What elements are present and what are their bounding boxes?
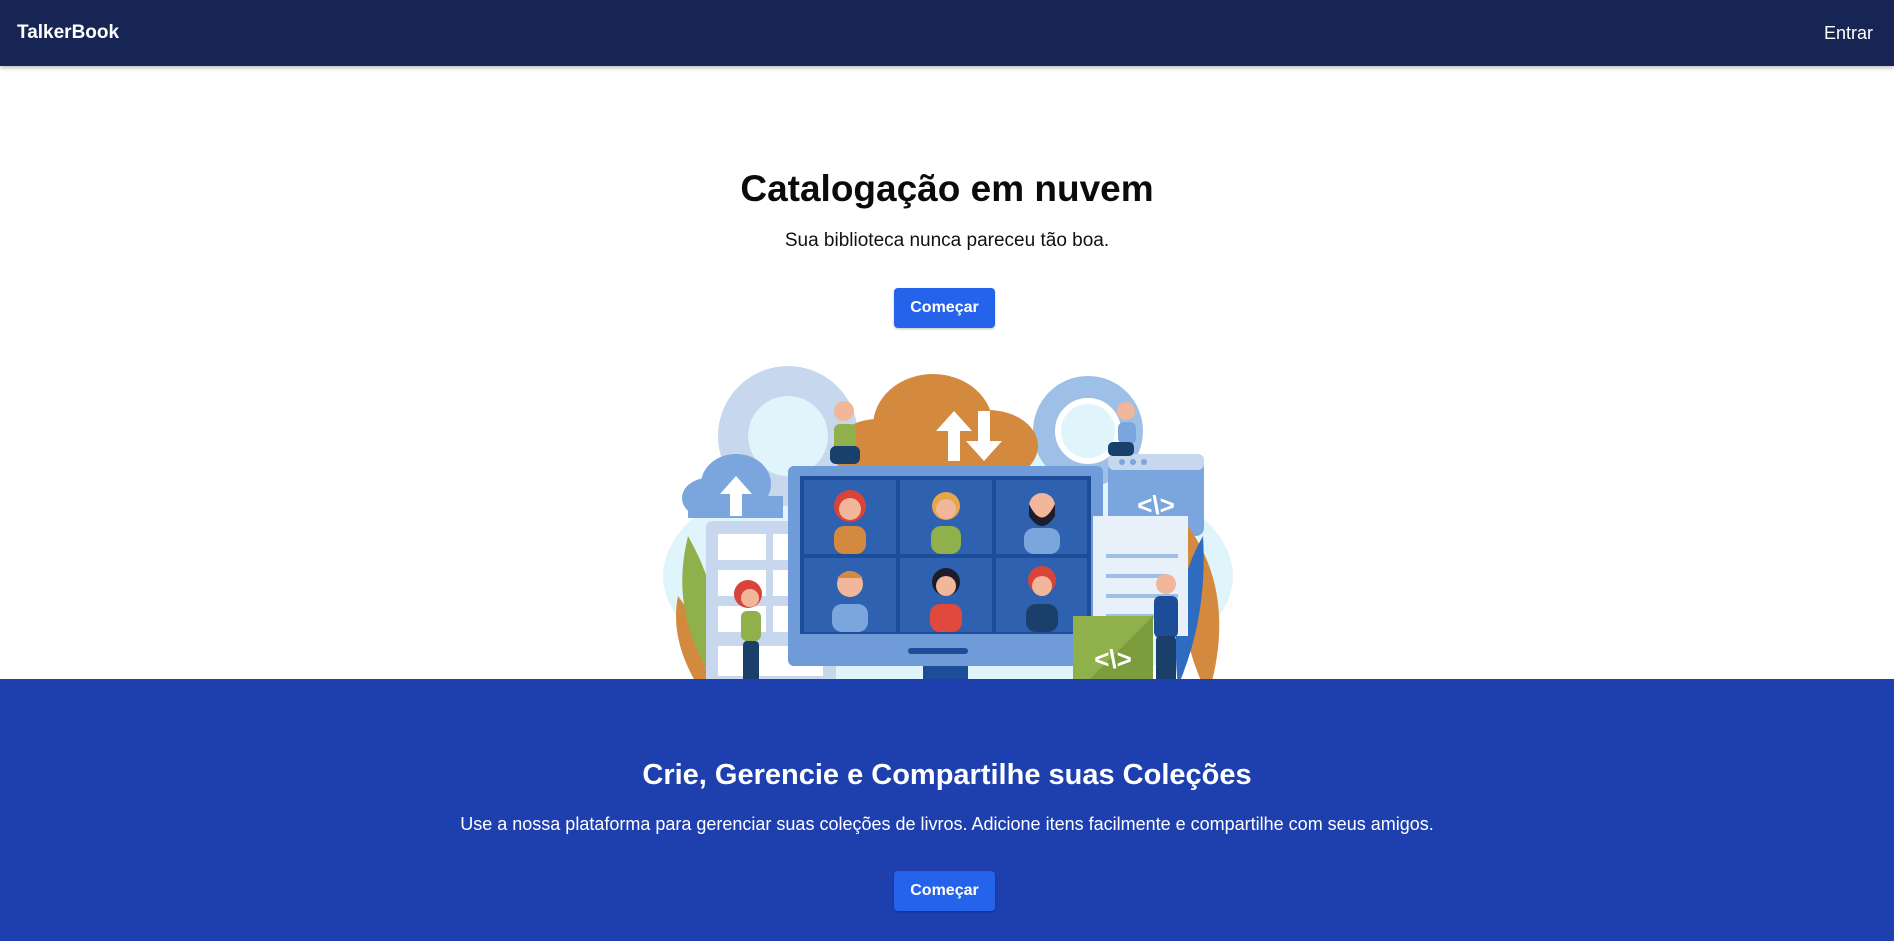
hero-subtitle: Sua biblioteca nunca pareceu tão boa. — [784, 230, 1110, 251]
hero-section: Catalogação em nuvem Sua biblioteca nunc… — [0, 66, 1894, 706]
svg-text:<\>: <\> — [1094, 644, 1132, 674]
hero-title: Catalogação em nuvem — [740, 168, 1154, 209]
features-start-button[interactable]: Começar — [894, 871, 995, 911]
cloud-video-call-illustration: <\> <\> — [663, 366, 1233, 706]
features-title: Crie, Gerencie e Compartilhe suas Coleçõ… — [642, 759, 1252, 791]
features-section: Crie, Gerencie e Compartilhe suas Coleçõ… — [0, 679, 1894, 941]
brand-logo[interactable]: TalkerBook — [17, 22, 119, 44]
hero-start-button[interactable]: Começar — [894, 288, 995, 328]
person-sitting-top — [830, 401, 860, 464]
features-description: Use a nossa plataforma para gerenciar su… — [460, 814, 1434, 834]
navbar: TalkerBook Entrar — [0, 0, 1894, 66]
login-link[interactable]: Entrar — [1824, 23, 1873, 44]
code-icon: <\> — [1137, 490, 1175, 520]
